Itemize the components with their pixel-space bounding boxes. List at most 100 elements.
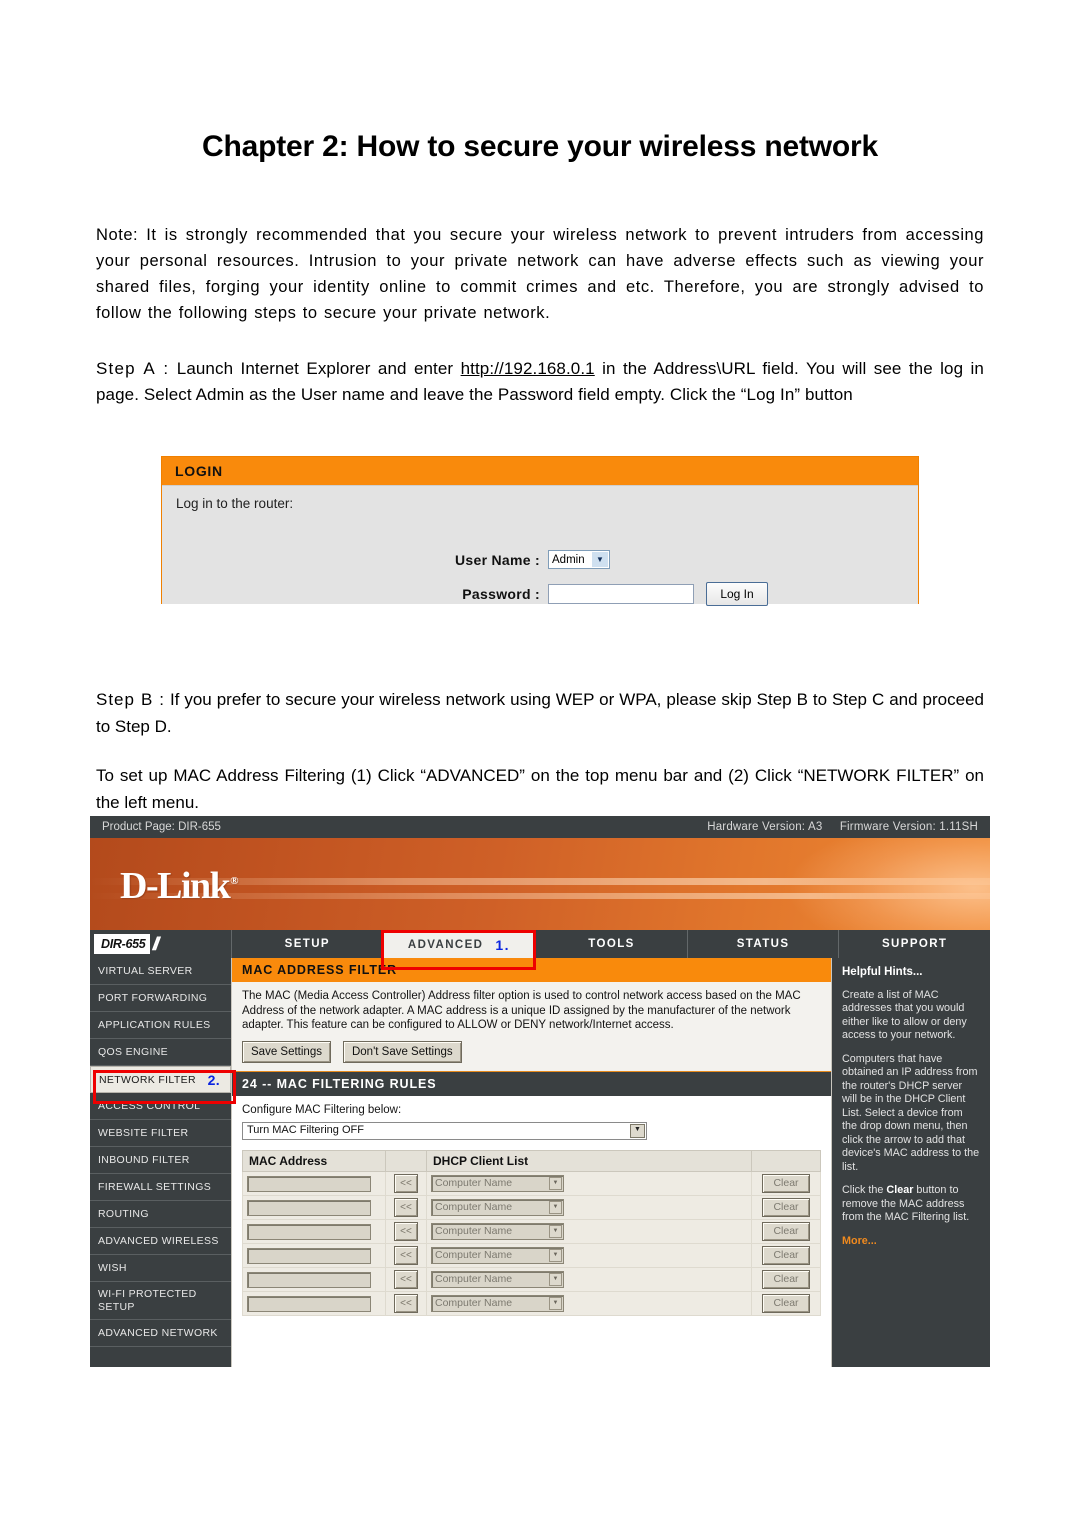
copy-mac-left-button[interactable]: << (394, 1198, 418, 1217)
clear-button[interactable]: Clear (762, 1174, 810, 1193)
dhcp-client-select[interactable]: Computer Name ▼ (431, 1295, 564, 1312)
chevron-down-icon: ▼ (549, 1225, 562, 1238)
dhcp-client-select[interactable]: Computer Name ▼ (431, 1175, 564, 1192)
tab-tools[interactable]: TOOLS (535, 930, 687, 958)
router-admin-url[interactable]: http://192.168.0.1 (461, 359, 595, 378)
sidebar-item-port-forwarding[interactable]: PORT FORWARDING (90, 985, 231, 1012)
table-row: << Computer Name ▼ Clear (242, 1267, 821, 1292)
mac-address-filter-description: The MAC (Media Access Controller) Addres… (242, 990, 801, 1031)
left-sidebar-menu: VIRTUAL SERVER PORT FORWARDING APPLICATI… (90, 958, 231, 1367)
password-label: Password : (462, 586, 540, 602)
firmware-version-label: Firmware Version: 1.11SH (839, 821, 978, 833)
mac-filtering-intro: To set up MAC Address Filtering (1) Clic… (96, 766, 984, 812)
clear-button[interactable]: Clear (762, 1198, 810, 1217)
tab-setup[interactable]: SETUP (231, 930, 383, 958)
password-field[interactable] (548, 584, 694, 604)
user-name-selected-value: Admin (552, 553, 585, 566)
sidebar-item-application-rules[interactable]: APPLICATION RULES (90, 1012, 231, 1039)
sidebar-item-inbound-filter[interactable]: INBOUND FILTER (90, 1147, 231, 1174)
dont-save-settings-button[interactable]: Don't Save Settings (342, 1040, 462, 1063)
column-header-dhcp-client-list: DHCP Client List (426, 1149, 752, 1172)
clear-button[interactable]: Clear (762, 1246, 810, 1265)
sidebar-item-routing[interactable]: ROUTING (90, 1201, 231, 1228)
mac-filtering-rules-title: 24 -- MAC FILTERING RULES (232, 1072, 831, 1096)
mac-address-input[interactable] (247, 1223, 371, 1240)
sidebar-item-network-filter[interactable]: NETWORK FILTER 2. (90, 1066, 231, 1093)
dhcp-client-select[interactable]: Computer Name ▼ (431, 1199, 564, 1216)
clear-button[interactable]: Clear (762, 1270, 810, 1289)
tab-setup-label: SETUP (284, 938, 330, 950)
mac-address-input[interactable] (247, 1199, 371, 1216)
password-row: Password : Log In (162, 582, 918, 606)
dhcp-client-value: Computer Name (435, 1249, 513, 1262)
clear-button[interactable]: Clear (762, 1222, 810, 1241)
copy-mac-left-button[interactable]: << (394, 1294, 418, 1313)
page-title: Chapter 2: How to secure your wireless n… (202, 130, 878, 163)
copy-mac-left-button[interactable]: << (394, 1222, 418, 1241)
mac-filtering-mode-select[interactable]: Turn MAC Filtering OFF ▼ (242, 1121, 647, 1140)
table-row: << Computer Name ▼ Clear (242, 1291, 821, 1316)
banner-flare (790, 838, 990, 930)
login-panel: LOGIN Log in to the router: User Name : … (161, 456, 919, 606)
helpful-hints-more-link[interactable]: More... (842, 1235, 980, 1249)
sidebar-item-virtual-server[interactable]: VIRTUAL SERVER (90, 958, 231, 985)
mac-address-input[interactable] (247, 1247, 371, 1264)
log-in-button[interactable]: Log In (706, 582, 768, 606)
product-bar: Product Page: DIR-655 Hardware Version: … (90, 816, 990, 838)
sidebar-item-label: FIREWALL SETTINGS (98, 1181, 212, 1193)
chevron-down-icon: ▼ (549, 1201, 562, 1214)
sidebar-item-wish[interactable]: WISH (90, 1255, 231, 1282)
sidebar-item-label: ACCESS CONTROL (98, 1100, 201, 1112)
sidebar-item-advanced-wireless[interactable]: ADVANCED WIRELESS (90, 1228, 231, 1255)
decorative-slashes: // (152, 933, 159, 954)
user-name-label: User Name : (454, 551, 540, 568)
note-paragraph: Note: It is strongly recommended that yo… (96, 226, 984, 322)
sidebar-item-firewall-settings[interactable]: FIREWALL SETTINGS (90, 1174, 231, 1201)
product-page-label: Product Page: DIR-655 (102, 821, 221, 833)
login-panel-header: LOGIN (162, 457, 918, 485)
sidebar-item-advanced-network[interactable]: ADVANCED NETWORK (90, 1320, 231, 1347)
copy-mac-left-button[interactable]: << (394, 1246, 418, 1265)
save-settings-button[interactable]: Save Settings (242, 1040, 331, 1063)
callout-marker-2: 2. (207, 1071, 220, 1088)
dhcp-client-select[interactable]: Computer Name ▼ (431, 1223, 564, 1240)
chevron-down-icon: ▼ (630, 1123, 645, 1138)
helpful-hints-paragraph-1: Create a list of MAC addresses that you … (842, 988, 967, 1042)
model-badge: DIR-655 (94, 934, 151, 954)
dhcp-client-select[interactable]: Computer Name ▼ (431, 1247, 564, 1264)
tab-status[interactable]: STATUS (686, 930, 839, 958)
dhcp-client-select[interactable]: Computer Name ▼ (431, 1271, 564, 1288)
dhcp-client-value: Computer Name (435, 1201, 513, 1214)
top-nav-bar: DIR-655 // SETUP ADVANCED 1. TOOLS STATU… (90, 930, 990, 958)
helpful-hints-title: Helpful Hints... (842, 966, 923, 978)
mac-address-input[interactable] (247, 1175, 371, 1192)
tab-support[interactable]: SUPPORT (838, 930, 990, 958)
chevron-down-icon: ▼ (549, 1177, 562, 1190)
mac-filtering-mode-value: Turn MAC Filtering OFF (247, 1124, 364, 1137)
dhcp-client-value: Computer Name (435, 1297, 513, 1310)
router-admin-screenshot: Product Page: DIR-655 Hardware Version: … (90, 816, 990, 1367)
clear-button[interactable]: Clear (762, 1294, 810, 1313)
mac-filtering-table: MAC Address DHCP Client List << Computer… (242, 1149, 821, 1316)
hint3-before: Click the (842, 1184, 887, 1196)
sidebar-item-wifi-protected-setup[interactable]: WI-FI PROTECTED SETUP (90, 1282, 231, 1320)
copy-mac-left-button[interactable]: << (394, 1270, 418, 1289)
column-header-mac-address: MAC Address (242, 1149, 386, 1172)
sidebar-item-website-filter[interactable]: WEBSITE FILTER (90, 1120, 231, 1147)
callout-marker-1: 1. (495, 936, 510, 953)
mac-address-input[interactable] (247, 1271, 371, 1288)
table-row: << Computer Name ▼ Clear (242, 1243, 821, 1268)
version-info: Hardware Version: A3 Firmware Version: 1… (693, 821, 978, 833)
chevron-down-icon: ▼ (592, 552, 608, 567)
sidebar-item-qos-engine[interactable]: QOS ENGINE (90, 1039, 231, 1066)
table-row: << Computer Name ▼ Clear (242, 1171, 821, 1196)
copy-mac-left-button[interactable]: << (394, 1174, 418, 1193)
router-body: VIRTUAL SERVER PORT FORWARDING APPLICATI… (90, 958, 990, 1367)
login-panel-body: Log in to the router: User Name : Admin … (162, 485, 918, 606)
user-name-select[interactable]: Admin ▼ (548, 550, 610, 569)
sidebar-item-access-control[interactable]: ACCESS CONTROL (90, 1093, 231, 1120)
tab-advanced[interactable]: ADVANCED 1. (382, 930, 536, 958)
settings-button-row: Save Settings Don't Save Settings (242, 1040, 821, 1063)
dhcp-client-value: Computer Name (435, 1177, 513, 1190)
mac-address-input[interactable] (247, 1295, 371, 1312)
